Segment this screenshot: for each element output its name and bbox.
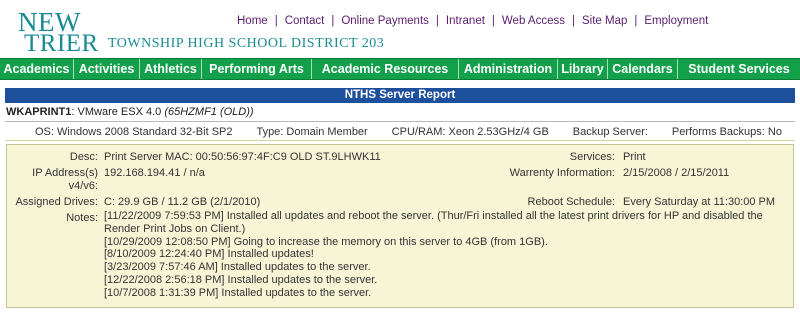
nav-administration[interactable]: Administration [459,59,558,79]
link-separator: | [491,15,495,27]
notes-list: [11/22/2009 7:59:53 PM] Installed all up… [104,210,784,300]
nav-academic-resources[interactable]: Academic Resources [312,59,459,79]
drives-label: Assigned Drives: [15,196,98,208]
nav-performing-arts[interactable]: Performing Arts [202,59,312,79]
warranty-label: Warrenty Information: [509,167,615,179]
top-link-online-payments[interactable]: Online Payments [341,15,429,27]
link-separator: | [571,15,575,27]
reboot-value: Every Saturday at 11:30:00 PM [623,196,776,208]
link-separator: | [435,15,439,27]
drives-value: C: 29.9 GB / 11.2 GB (2/1/2010) [104,196,261,208]
nav-library[interactable]: Library [558,59,608,79]
services-value: Print [623,151,646,163]
divider [5,121,795,122]
server-details-panel: Desc: Print Server MAC: 00:50:56:97:4F:C… [6,144,794,308]
nav-student-services[interactable]: Student Services [678,59,800,79]
link-separator: | [274,15,278,27]
top-link-home[interactable]: Home [237,15,268,27]
server-tag: (65HZMF1 (OLD)) [164,106,254,118]
report-title-bar: NTHS Server Report [5,88,795,103]
link-separator: | [331,15,335,27]
note-entry: [10/29/2009 12:08:50 PM] Going to increa… [104,235,548,248]
logo-subtitle: TOWNSHIP HIGH SCHOOL DISTRICT 203 [108,36,385,51]
top-link-intranet[interactable]: Intranet [446,15,485,27]
main-nav: Academics Activities Athletics Performin… [0,58,800,80]
summary-cpu-ram: CPU/RAM: Xeon 2.53GHz/4 GB [391,125,549,138]
top-link-contact[interactable]: Contact [285,15,325,27]
server-name: WKAPRINT1 [6,106,72,118]
reboot-label: Reboot Schedule: [527,196,615,208]
top-links: Home | Contact | Online Payments | Intra… [237,15,708,27]
ip-label-suffix: v4/v6: [68,180,98,192]
link-separator: | [634,15,638,27]
nav-calendars[interactable]: Calendars [608,59,678,79]
nav-academics[interactable]: Academics [0,59,74,79]
logo-text-trier: TRIER [24,30,99,57]
ip-label: IP Address(s) [32,167,98,179]
note-entry: [12/22/2008 2:56:18 PM] Installed update… [104,273,378,286]
nav-activities[interactable]: Activities [74,59,140,79]
desc-value: Print Server MAC: 00:50:56:97:4F:C9 OLD … [104,151,381,163]
note-entry: [10/7/2008 1:31:39 PM] Installed updates… [104,286,372,299]
summary-performs-backups: Performs Backups: No [671,125,782,138]
note-entry: [11/22/2009 7:59:53 PM] Installed all up… [104,210,763,235]
top-link-employment[interactable]: Employment [644,15,708,27]
server-description: VMware ESX 4.0 [77,106,162,118]
top-link-web-access[interactable]: Web Access [502,15,565,27]
note-entry: [8/10/2009 12:24:40 PM] Installed update… [104,248,314,261]
summary-type: Type: Domain Member [256,125,368,138]
ip-value: 192.168.194.41 / n/a [104,167,205,179]
district-logo[interactable]: NEW TRIER TOWNSHIP HIGH SCHOOL DISTRICT … [16,6,416,57]
notes-label: Notes: [66,212,98,224]
top-link-site-map[interactable]: Site Map [582,15,627,27]
summary-os: OS: Windows 2008 Standard 32-Bit SP2 [35,125,233,138]
services-label: Services: [569,151,615,163]
desc-label: Desc: [69,151,98,163]
note-entry: [3/23/2009 7:57:46 AM] Installed updates… [104,261,371,274]
server-summary-row: OS: Windows 2008 Standard 32-Bit SP2 Typ… [5,123,795,141]
summary-backup-server: Backup Server: [572,125,648,138]
warranty-value: 2/15/2008 / 2/15/2011 [623,167,730,179]
server-heading: WKAPRINT1: VMware ESX 4.0 (65HZMF1 (OLD)… [6,106,254,118]
nav-athletics[interactable]: Athletics [140,59,202,79]
